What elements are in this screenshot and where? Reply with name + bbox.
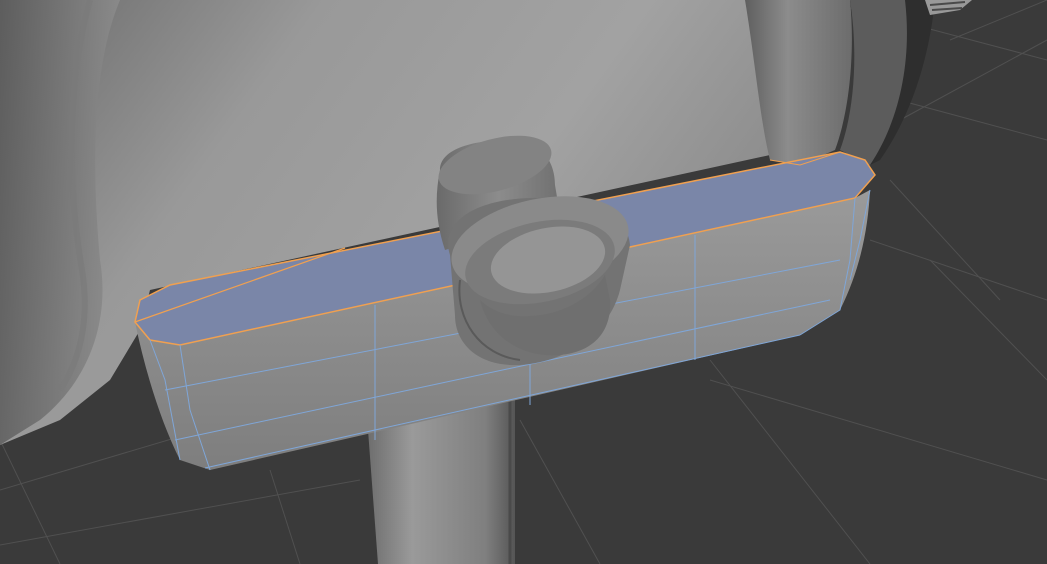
ring-object[interactable] bbox=[745, 0, 972, 165]
3d-viewport[interactable] bbox=[0, 0, 1047, 564]
viewport-canvas[interactable] bbox=[0, 0, 1047, 564]
